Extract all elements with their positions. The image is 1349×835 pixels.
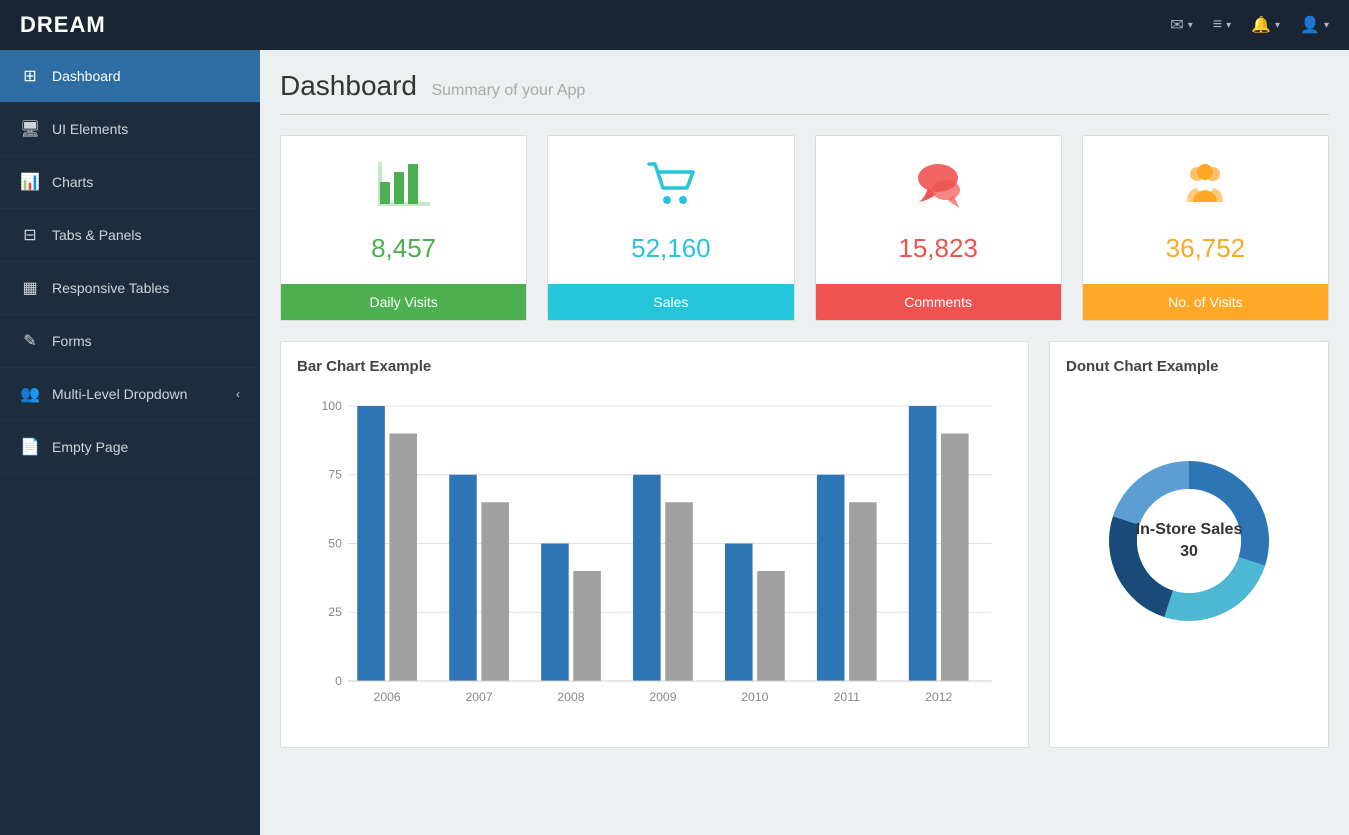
sidebar-item-empty-page[interactable]: 📄 Empty Page: [0, 421, 260, 474]
stat-label-2: Comments: [816, 284, 1061, 320]
topnav: DREAM ✉ ▾ ≡ ▾ 🔔 ▾ 👤 ▾: [0, 0, 1349, 50]
stat-label-0: Daily Visits: [281, 284, 526, 320]
stat-card-body: 36,752: [1083, 136, 1328, 284]
multi-level-arrow: ‹: [236, 387, 240, 401]
svg-text:2009: 2009: [649, 690, 676, 704]
svg-text:2008: 2008: [557, 690, 584, 704]
charts-icon: 📊: [20, 172, 40, 192]
donut-center-value: 30: [1136, 541, 1243, 563]
stat-card-no.-of-visits: 36,752 No. of Visits: [1082, 135, 1329, 321]
topnav-icons: ✉ ▾ ≡ ▾ 🔔 ▾ 👤 ▾: [1170, 15, 1329, 35]
bell-nav-btn[interactable]: 🔔 ▾: [1251, 15, 1280, 35]
bar-chart-title: Bar Chart Example: [297, 358, 1012, 375]
stat-label-1: Sales: [548, 284, 793, 320]
sidebar-label-empty-page: Empty Page: [52, 439, 128, 455]
stat-icon-3: [1103, 156, 1308, 225]
svg-text:100: 100: [322, 399, 343, 413]
stat-card-comments: 15,823 Comments: [815, 135, 1062, 321]
sidebar-label-multi-level: Multi-Level Dropdown: [52, 386, 187, 402]
sidebar-label-dashboard: Dashboard: [52, 68, 121, 84]
svg-text:2011: 2011: [834, 690, 861, 704]
sidebar-item-tabs-panels[interactable]: ⊟ Tabs & Panels: [0, 209, 260, 262]
sidebar-item-ui-elements[interactable]: 🖥 UI Elements: [0, 103, 260, 156]
sidebar-item-forms[interactable]: ✎ Forms: [0, 315, 260, 368]
stat-label-3: No. of Visits: [1083, 284, 1328, 320]
page-title: Dashboard: [280, 70, 417, 101]
ui-elements-icon: 🖥: [20, 119, 40, 139]
stat-card-daily-visits: 8,457 Daily Visits: [280, 135, 527, 321]
bar-chart-card: Bar Chart Example 0 25 50 75 100 2006 2007 2008…: [280, 341, 1029, 748]
donut-label: In-Store Sales 30: [1136, 519, 1243, 564]
stat-value-0: 8,457: [301, 233, 506, 264]
main-content: Dashboard Summary of your App 8,457 Dail…: [260, 50, 1349, 835]
svg-text:2006: 2006: [374, 690, 401, 704]
empty-page-icon: 📄: [20, 437, 40, 457]
sidebar-item-charts[interactable]: 📊 Charts: [0, 156, 260, 209]
tables-icon: ▦: [20, 278, 40, 298]
stat-card-sales: 52,160 Sales: [547, 135, 794, 321]
stat-icon-2: [836, 156, 1041, 225]
svg-text:2012: 2012: [925, 690, 952, 704]
tabs-icon: ⊟: [20, 225, 40, 245]
svg-text:2010: 2010: [741, 690, 768, 704]
svg-text:50: 50: [328, 537, 342, 551]
sidebar-item-responsive-tables[interactable]: ▦ Responsive Tables: [0, 262, 260, 315]
sidebar-label-responsive-tables: Responsive Tables: [52, 280, 169, 296]
stat-card-body: 8,457: [281, 136, 526, 284]
stat-card-body: 52,160: [548, 136, 793, 284]
sidebar-label-charts: Charts: [52, 174, 93, 190]
dashboard-icon: ⊞: [20, 66, 40, 86]
donut-container: In-Store Sales 30: [1066, 391, 1312, 691]
layout: ⊞ Dashboard 🖥 UI Elements 📊 Charts ⊟ Tab…: [0, 50, 1349, 835]
email-nav-btn[interactable]: ✉ ▾: [1170, 15, 1192, 35]
stats-row: 8,457 Daily Visits 52,160 Sales 15,823 C…: [280, 135, 1329, 321]
donut-center-label: In-Store Sales: [1136, 519, 1243, 541]
sidebar: ⊞ Dashboard 🖥 UI Elements 📊 Charts ⊟ Tab…: [0, 50, 260, 835]
brand: DREAM: [20, 12, 106, 38]
stat-card-body: 15,823: [816, 136, 1061, 284]
donut-chart-title: Donut Chart Example: [1066, 358, 1312, 375]
stat-value-3: 36,752: [1103, 233, 1308, 264]
user-nav-btn[interactable]: 👤 ▾: [1300, 15, 1329, 35]
sidebar-label-forms: Forms: [52, 333, 92, 349]
stat-value-2: 15,823: [836, 233, 1041, 264]
sidebar-label-tabs-panels: Tabs & Panels: [52, 227, 142, 243]
page-header: Dashboard Summary of your App: [280, 70, 1329, 115]
list-nav-btn[interactable]: ≡ ▾: [1213, 16, 1231, 34]
bar-chart-container: 0 25 50 75 100 2006 2007 2008 2009 2010 2011 2012: [297, 391, 1012, 731]
forms-icon: ✎: [20, 331, 40, 351]
stat-icon-1: [568, 156, 773, 225]
donut-chart-card: Donut Chart Example In-Store Sales 30: [1049, 341, 1329, 748]
page-subtitle: Summary of your App: [431, 82, 585, 99]
sidebar-item-multi-level[interactable]: 👥 Multi-Level Dropdown ‹: [0, 368, 260, 421]
sidebar-item-dashboard[interactable]: ⊞ Dashboard: [0, 50, 260, 103]
stat-icon-0: [301, 156, 506, 225]
svg-text:0: 0: [335, 674, 342, 688]
svg-text:25: 25: [328, 605, 342, 619]
bar-chart-svg: 0 25 50 75 100 2006 2007 2008 2009 2010 2011 2012: [297, 391, 1012, 731]
svg-text:75: 75: [328, 468, 342, 482]
svg-text:2007: 2007: [465, 690, 492, 704]
sidebar-label-ui-elements: UI Elements: [52, 121, 128, 137]
multi-level-icon: 👥: [20, 384, 40, 404]
charts-row: Bar Chart Example 0 25 50 75 100 2006 2007 2008…: [280, 341, 1329, 748]
stat-value-1: 52,160: [568, 233, 773, 264]
